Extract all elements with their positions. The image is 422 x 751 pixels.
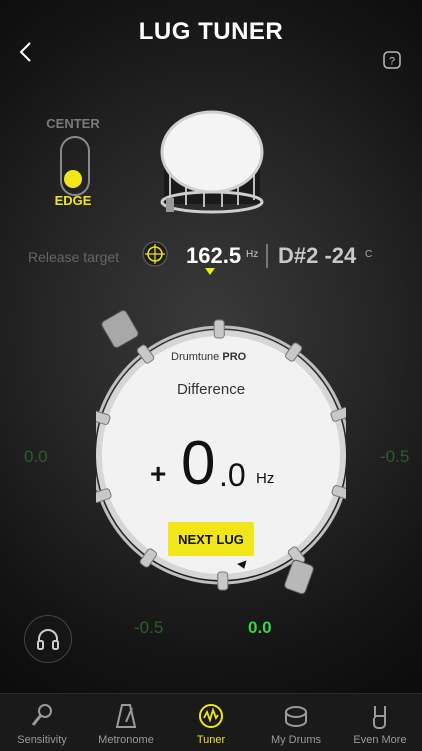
difference-fraction: .0: [219, 457, 246, 493]
rock-hand-icon: [373, 706, 386, 729]
back-chevron-icon[interactable]: [14, 40, 38, 64]
center-mode-label[interactable]: CENTER: [40, 116, 106, 131]
microphone-icon: [31, 704, 52, 726]
note-cents: D#2 -24: [278, 243, 357, 268]
frequency-unit: Hz: [246, 249, 259, 260]
tab-label: My Drums: [270, 734, 322, 746]
pitch-indicator-icon: [205, 268, 215, 275]
lug-value-current: 0.0: [248, 618, 272, 637]
next-lug-button[interactable]: NEXT LUG: [168, 522, 254, 556]
help-icon[interactable]: ?: [382, 50, 402, 70]
headphones-button[interactable]: [24, 615, 72, 663]
tab-label: Sensitivity: [17, 734, 67, 746]
tab-label: Tuner: [196, 734, 226, 746]
switch-knob[interactable]: [64, 170, 82, 188]
release-target-label: Release target: [28, 249, 120, 265]
drum-icon: [285, 706, 307, 727]
difference-sign: +: [150, 458, 167, 489]
tab-even-more[interactable]: Even More: [338, 694, 422, 751]
tab-label: Even More: [353, 734, 407, 746]
lug-bracket: [217, 571, 229, 591]
brand-pro: PRO: [222, 351, 247, 363]
metronome-icon: [115, 704, 137, 728]
cents-unit: C: [365, 249, 373, 260]
snare-drum-image: [160, 110, 264, 214]
tuner-icon: [199, 704, 223, 728]
difference-integer: 0: [181, 429, 216, 498]
difference-unit: Hz: [256, 470, 275, 487]
target-crosshair-icon[interactable]: [141, 240, 169, 268]
lug-value-bottom-left: -0.5: [134, 618, 164, 637]
brand-name: Drumtune: [171, 351, 223, 363]
edge-mode-label[interactable]: EDGE: [40, 193, 106, 208]
tab-my-drums[interactable]: My Drums: [254, 694, 338, 751]
tab-tuner[interactable]: Tuner: [169, 694, 253, 751]
tab-bar: Sensitivity Metronome Tuner My Drums Eve…: [0, 693, 422, 751]
tab-label: Metronome: [98, 734, 154, 746]
tab-sensitivity[interactable]: Sensitivity: [0, 694, 84, 751]
lug-value-left: 0.0: [24, 447, 48, 466]
tab-metronome[interactable]: Metronome: [84, 694, 168, 751]
svg-text:?: ?: [389, 56, 395, 68]
difference-label: Difference: [176, 381, 246, 398]
lug-bracket: [213, 319, 225, 339]
divider: [266, 244, 268, 268]
lug-value-right: -0.5: [380, 447, 410, 466]
headphones-icon: [37, 629, 59, 650]
target-frequency: 162.5: [186, 243, 242, 268]
page-title: LUG TUNER: [138, 18, 284, 45]
brand-logo: Drumtune PRO: [171, 351, 246, 363]
